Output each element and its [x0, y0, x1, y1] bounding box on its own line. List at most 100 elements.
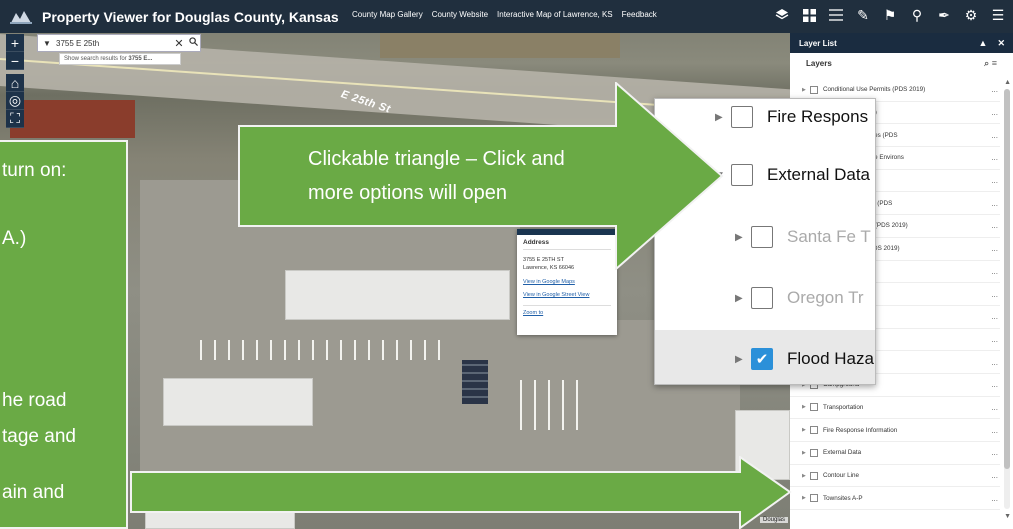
search-input[interactable]	[56, 35, 172, 51]
layer-row[interactable]: ▶ Townsites A-P...	[790, 487, 1000, 511]
layer-visibility-checkbox[interactable]	[810, 471, 818, 480]
clear-search-icon[interactable]: ✕	[172, 37, 186, 50]
app-title: Property Viewer for Douglas County, Kans…	[42, 8, 339, 25]
solar-panel	[462, 360, 488, 404]
zoom-to-link[interactable]: Zoom to	[523, 310, 611, 316]
layer-more-options-icon[interactable]: ...	[986, 403, 1000, 412]
layer-more-options-icon[interactable]: ...	[986, 244, 1000, 253]
link-interactive-map-lawrence[interactable]: Interactive Map of Lawrence, KS	[497, 10, 613, 19]
layer-more-options-icon[interactable]: ...	[986, 108, 1000, 117]
layer-visibility-checkbox[interactable]	[810, 403, 818, 412]
layer-visibility-checkbox[interactable]	[810, 85, 818, 94]
layer-options-icon[interactable]: ≡	[992, 58, 997, 68]
zoomed-layer-row[interactable]: ▶ ✔ Flood Haza	[655, 330, 875, 384]
expand-triangle-icon[interactable]: ▶	[735, 354, 751, 365]
layer-more-options-icon[interactable]: ...	[986, 153, 1000, 162]
layer-more-options-icon[interactable]: ...	[986, 267, 1000, 276]
expand-triangle-icon[interactable]: ▶	[802, 87, 810, 93]
layer-list-title: Layer List	[799, 38, 837, 48]
menu-icon[interactable]: ☰	[989, 6, 1007, 24]
expand-triangle-icon[interactable]: ▶	[735, 293, 751, 304]
expand-triangle-icon[interactable]: ▶	[802, 495, 810, 501]
map-building	[285, 270, 510, 320]
link-county-map-gallery[interactable]: County Map Gallery	[352, 10, 423, 19]
layer-row[interactable]: ▶ Contour Line...	[790, 465, 1000, 488]
graduation-cap-icon[interactable]: ⚑	[881, 6, 899, 24]
layers-subheader: Layers ⌕ ≡	[790, 53, 1013, 73]
layer-visibility-checkbox[interactable]: ✔	[751, 348, 773, 370]
search-suggestion[interactable]: Show search results for 3755 E...	[59, 53, 181, 65]
print-icon[interactable]: ⚙	[962, 6, 980, 24]
layer-more-options-icon[interactable]: ...	[986, 199, 1000, 208]
search-suggestion-bold: 3755 E...	[128, 56, 153, 62]
zoom-in-button[interactable]: +	[6, 34, 24, 52]
search-icon[interactable]	[186, 37, 200, 49]
app-header: Property Viewer for Douglas County, Kans…	[0, 0, 1013, 33]
instruction-line: he road	[2, 390, 67, 411]
parking-stripes	[200, 340, 440, 360]
layer-more-options-icon[interactable]: ...	[986, 290, 1000, 299]
search-suggestion-prefix: Show search results for	[64, 56, 129, 62]
layer-more-options-icon[interactable]: ...	[986, 494, 1000, 503]
expand-triangle-icon[interactable]: ▶	[802, 473, 810, 479]
search-layers-icon[interactable]: ⌕	[984, 58, 989, 68]
layer-list-header: Layer List ▲ ✕	[790, 33, 1013, 53]
view-google-maps-link[interactable]: View in Google Maps	[523, 279, 611, 285]
layer-visibility-checkbox[interactable]	[810, 426, 818, 435]
zoom-control: + −	[6, 34, 24, 70]
instruction-panel: turn on: A.) he road tage and ain and	[0, 140, 128, 529]
chart-icon[interactable]: ✎	[854, 6, 872, 24]
fullscreen-icon[interactable]: ⛶	[6, 110, 24, 128]
layer-more-options-icon[interactable]: ...	[986, 448, 1000, 457]
collapse-panel-icon[interactable]: ▲	[979, 38, 988, 49]
layer-list-scrollbar[interactable]	[1004, 89, 1010, 509]
layers-icon[interactable]	[773, 6, 791, 24]
layer-visibility-checkbox[interactable]	[810, 494, 818, 503]
layer-more-options-icon[interactable]: ...	[986, 380, 1000, 389]
layer-row[interactable]: ▶ Transportation...	[790, 397, 1000, 420]
layer-label: Contour Line	[823, 472, 860, 480]
layer-more-options-icon[interactable]: ...	[986, 176, 1000, 185]
list-icon[interactable]	[827, 6, 845, 24]
link-county-website[interactable]: County Website	[432, 10, 488, 19]
scrollbar-thumb[interactable]	[1004, 89, 1010, 469]
expand-triangle-icon[interactable]: ▶	[802, 450, 810, 456]
header-links: County Map Gallery County Website Intera…	[352, 10, 657, 19]
scroll-up-icon[interactable]: ▲	[1004, 79, 1011, 86]
layer-more-options-icon[interactable]: ...	[986, 471, 1000, 480]
layer-more-options-icon[interactable]: ...	[986, 335, 1000, 344]
home-icon[interactable]: ⌂	[6, 74, 24, 92]
instruction-line: ain and	[2, 482, 65, 503]
close-panel-icon[interactable]: ✕	[997, 38, 1005, 49]
expand-triangle-icon[interactable]: ▶	[802, 427, 810, 433]
expand-triangle-icon[interactable]: ▶	[735, 232, 751, 243]
callout-arrow-bottom	[130, 456, 792, 529]
popup-divider	[523, 305, 611, 306]
layer-more-options-icon[interactable]: ...	[986, 131, 1000, 140]
layer-visibility-checkbox[interactable]	[731, 164, 753, 186]
layer-visibility-checkbox[interactable]	[751, 226, 773, 248]
search-source-dropdown-icon[interactable]: ▼	[38, 39, 56, 48]
link-feedback[interactable]: Feedback	[622, 10, 657, 19]
person-icon[interactable]: ⚲	[908, 6, 926, 24]
grid-icon[interactable]	[800, 6, 818, 24]
scroll-down-icon[interactable]: ▼	[1004, 513, 1011, 520]
locate-icon[interactable]: ◎	[6, 92, 24, 110]
zoomed-layer-row[interactable]: ▶ Oregon Tr	[655, 269, 875, 327]
layer-visibility-checkbox[interactable]	[731, 106, 753, 128]
pencil-icon[interactable]: ✒	[935, 6, 953, 24]
zoomed-layer-label: Oregon Tr	[787, 288, 864, 307]
county-logo-icon	[4, 6, 38, 28]
layer-more-options-icon[interactable]: ...	[986, 85, 1000, 94]
layer-more-options-icon[interactable]: ...	[986, 426, 1000, 435]
zoom-out-button[interactable]: −	[6, 52, 24, 70]
layer-more-options-icon[interactable]: ...	[986, 221, 1000, 230]
layer-row[interactable]: ▶ Fire Response Information...	[790, 419, 1000, 442]
view-google-street-view-link[interactable]: View in Google Street View	[523, 292, 611, 298]
layer-more-options-icon[interactable]: ...	[986, 312, 1000, 321]
layer-row[interactable]: ▶ External Data...	[790, 442, 1000, 465]
layer-visibility-checkbox[interactable]	[810, 448, 818, 457]
layer-more-options-icon[interactable]: ...	[986, 358, 1000, 367]
layer-visibility-checkbox[interactable]	[751, 287, 773, 309]
expand-triangle-icon[interactable]: ▶	[802, 404, 810, 410]
